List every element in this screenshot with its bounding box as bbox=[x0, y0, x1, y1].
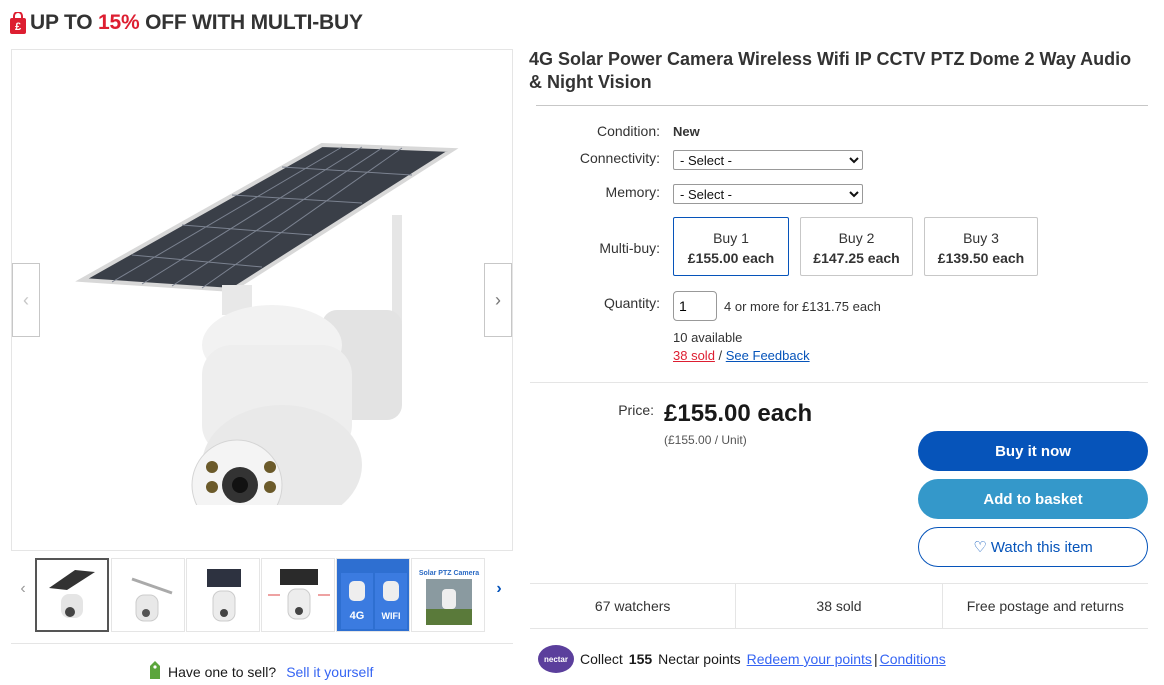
thumbnail-1[interactable] bbox=[35, 558, 109, 632]
condition-value: New bbox=[673, 124, 700, 139]
multibuy-option-1[interactable]: Buy 1 £155.00 each bbox=[673, 217, 789, 276]
nectar-logo-icon: nectar bbox=[538, 645, 574, 673]
conditions-link[interactable]: Conditions bbox=[880, 651, 946, 667]
thumbnail-4[interactable] bbox=[261, 558, 335, 632]
svg-text:£: £ bbox=[15, 21, 21, 33]
thumbnail-2[interactable] bbox=[111, 558, 185, 632]
available-count: 10 available bbox=[673, 330, 743, 345]
memory-label: Memory: bbox=[605, 184, 660, 200]
sold-feedback-line: 38 sold / See Feedback bbox=[673, 348, 810, 363]
item-stats: 67 watchers 38 sold Free postage and ret… bbox=[530, 583, 1148, 629]
chevron-right-icon: › bbox=[495, 289, 501, 310]
multibuy-price: £147.25 each bbox=[813, 250, 900, 266]
condition-label: Condition: bbox=[596, 123, 660, 139]
thumbnail-3[interactable] bbox=[186, 558, 260, 632]
divider bbox=[530, 382, 1148, 383]
sell-it-yourself-link[interactable]: Sell it yourself bbox=[286, 664, 373, 680]
multibuy-label: Multi-buy: bbox=[599, 240, 660, 256]
redeem-points-link[interactable]: Redeem your points bbox=[747, 651, 872, 667]
multibuy-price: £139.50 each bbox=[937, 250, 1025, 266]
unit-price: (£155.00 / Unit) bbox=[664, 433, 747, 447]
collect-text: Collect bbox=[580, 651, 623, 667]
multibuy-option-2[interactable]: Buy 2 £147.25 each bbox=[800, 217, 913, 276]
divider bbox=[11, 643, 513, 644]
price-value: £155.00 each bbox=[664, 400, 813, 427]
nectar-points: nectar Collect 155 Nectar points Redeem … bbox=[538, 645, 946, 673]
thumb-prev-arrow-icon[interactable]: ‹ bbox=[13, 580, 33, 598]
quantity-offer: 4 or more for £131.75 each bbox=[724, 299, 881, 314]
add-to-basket-button[interactable]: Add to basket bbox=[918, 479, 1148, 519]
price-tag-icon bbox=[148, 660, 162, 683]
price-label: Price: bbox=[618, 402, 654, 418]
memory-select[interactable]: - Select - bbox=[673, 184, 863, 204]
connectivity-label: Connectivity: bbox=[579, 150, 660, 166]
multibuy-option-3[interactable]: Buy 3 £139.50 each bbox=[924, 217, 1038, 276]
multibuy-price: £155.00 each bbox=[687, 250, 775, 266]
multibuy-qty: Buy 1 bbox=[713, 230, 749, 246]
sell-question: Have one to sell? bbox=[168, 663, 277, 680]
connectivity-select[interactable]: - Select - bbox=[673, 150, 863, 170]
divider bbox=[536, 105, 1148, 106]
sold-count-link[interactable]: 38 sold bbox=[673, 348, 715, 363]
thumbnail-5[interactable]: 4G WIFI bbox=[336, 558, 410, 632]
points-value: 155 bbox=[628, 651, 653, 667]
watch-item-button[interactable]: ♡ Watch this item bbox=[918, 527, 1148, 567]
product-title: 4G Solar Power Camera Wireless Wifi IP C… bbox=[529, 49, 1132, 92]
separator: / bbox=[714, 348, 726, 363]
thumbnail-strip: ‹ 4G WIFI Solar PTZ Camera › bbox=[11, 556, 513, 634]
postage-info: Free postage and returns bbox=[941, 584, 1148, 628]
promo-text: UP TO 15% OFF WITH MULTI-BUY bbox=[30, 11, 363, 34]
chevron-left-icon: ‹ bbox=[23, 289, 29, 310]
main-product-image[interactable]: ‹ › bbox=[11, 49, 513, 551]
svg-text:4G: 4G bbox=[350, 610, 365, 622]
product-camera-image bbox=[75, 142, 459, 505]
multibuy-qty: Buy 3 bbox=[963, 230, 999, 246]
sold-count: 38 sold bbox=[735, 584, 941, 628]
multibuy-qty: Buy 2 bbox=[838, 230, 875, 246]
svg-text:WIFI: WIFI bbox=[382, 611, 401, 621]
quantity-label: Quantity: bbox=[603, 295, 660, 311]
thumbnail-6[interactable]: Solar PTZ Camera bbox=[411, 558, 485, 632]
watchers-count: 67 watchers bbox=[594, 598, 671, 614]
shopping-bag-icon: £ bbox=[10, 11, 26, 34]
quantity-input[interactable] bbox=[673, 291, 717, 321]
separator: | bbox=[873, 651, 878, 667]
next-image-button[interactable]: › bbox=[484, 263, 512, 337]
thumb-next-arrow-icon[interactable]: › bbox=[489, 580, 509, 598]
promo-banner: £ UP TO 15% OFF WITH MULTI-BUY bbox=[10, 9, 363, 37]
buy-it-now-button[interactable]: Buy it now bbox=[918, 431, 1148, 471]
sell-prompt: Have one to sell? Sell it yourself bbox=[148, 660, 373, 683]
svg-text:Solar PTZ Camera: Solar PTZ Camera bbox=[419, 570, 479, 577]
previous-image-button[interactable]: ‹ bbox=[12, 263, 40, 337]
see-feedback-link[interactable]: See Feedback bbox=[726, 348, 810, 363]
points-suffix: Nectar points bbox=[658, 651, 741, 667]
